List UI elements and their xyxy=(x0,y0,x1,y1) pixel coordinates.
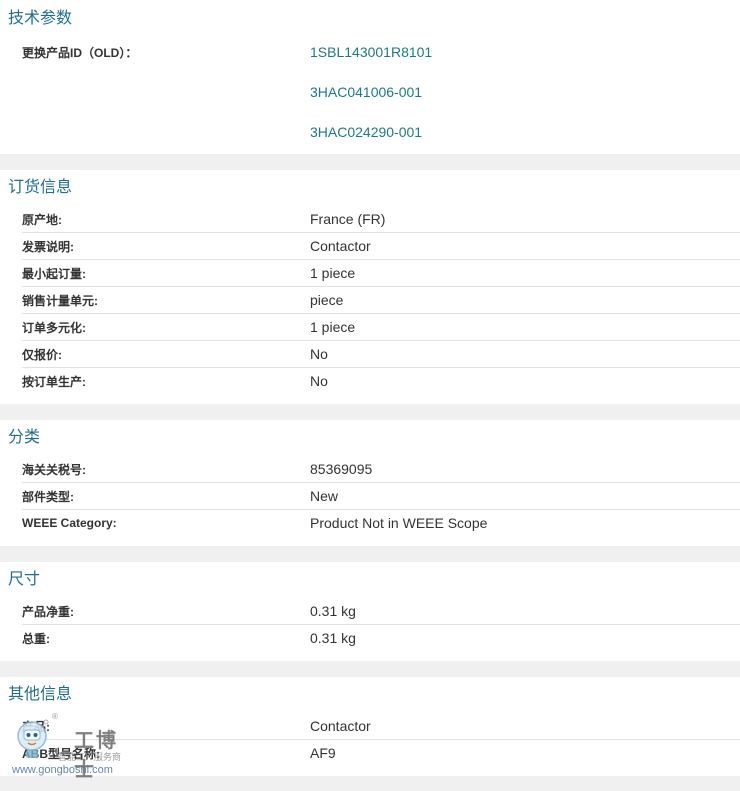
other-row-abb-model: ABB型号名称: AF9 xyxy=(22,740,740,766)
row-value: AF9 xyxy=(310,745,336,761)
row-label: 海关关税号: xyxy=(22,462,86,477)
row-label: ABB型号名称: xyxy=(22,746,100,761)
row-value: 0.31 kg xyxy=(310,603,356,619)
replace-product-label: 更换产品ID（OLD）： xyxy=(22,46,138,60)
order-row-origin: 原产地: France (FR) xyxy=(22,206,740,233)
order-row-quote-only: 仅报价: No xyxy=(22,341,740,368)
order-row-unit: 销售计量单元: piece xyxy=(22,287,740,314)
replace-product-row: 更换产品ID（OLD）： 1SBL143001R8101 3HAC041006-… xyxy=(22,38,740,158)
section-title-tech: 技术参数 xyxy=(8,10,73,27)
row-label: 发票说明: xyxy=(22,239,74,254)
section-order: 订货信息 原产地: France (FR) 发票说明: Contactor 最小… xyxy=(0,170,740,404)
row-label: 产品净重: xyxy=(22,604,74,619)
class-row-weee: WEEE Category: Product Not in WEEE Scope xyxy=(22,510,740,536)
section-title-order: 订货信息 xyxy=(8,179,73,196)
section-gap xyxy=(0,404,740,420)
row-value: Product Not in WEEE Scope xyxy=(310,515,488,531)
row-label: 总重: xyxy=(22,631,50,646)
row-value: Contactor xyxy=(310,238,371,254)
row-value: 85369095 xyxy=(310,461,373,477)
class-row-part-type: 部件类型: New xyxy=(22,483,740,510)
order-row-make-to-order: 按订单生产: No xyxy=(22,368,740,394)
class-row-customs: 海关关税号: 85369095 xyxy=(22,456,740,483)
section-title-other: 其他信息 xyxy=(8,686,73,703)
row-label: WEEE Category: xyxy=(22,516,117,530)
replace-product-link-2[interactable]: 3HAC041006-001 xyxy=(310,78,432,118)
row-label: 按订单生产: xyxy=(22,374,86,389)
row-value: Contactor xyxy=(310,718,371,734)
dim-row-gross-weight: 总重: 0.31 kg xyxy=(22,625,740,651)
replace-product-link-1[interactable]: 1SBL143001R8101 xyxy=(310,38,432,78)
replace-product-links: 1SBL143001R8101 3HAC041006-001 3HAC02429… xyxy=(310,38,432,158)
row-value: 0.31 kg xyxy=(310,630,356,646)
section-gap xyxy=(0,546,740,562)
row-value: piece xyxy=(310,292,344,308)
dim-row-net-weight: 产品净重: 0.31 kg xyxy=(22,598,740,625)
section-title-classification: 分类 xyxy=(8,429,41,446)
section-dimensions: 尺寸 产品净重: 0.31 kg 总重: 0.31 kg xyxy=(0,562,740,661)
order-row-invoice: 发票说明: Contactor xyxy=(22,233,740,260)
order-row-multiple: 订单多元化: 1 piece xyxy=(22,314,740,341)
section-gap xyxy=(0,661,740,677)
section-tech: 技术参数 更换产品ID（OLD）： 1SBL143001R8101 3HAC04… xyxy=(0,0,740,154)
row-label: 订单多元化: xyxy=(22,320,86,335)
row-value: New xyxy=(310,488,339,504)
section-classification: 分类 海关关税号: 85369095 部件类型: New WEEE Catego… xyxy=(0,420,740,546)
row-label: 原产地: xyxy=(22,212,62,227)
row-value: No xyxy=(310,373,328,389)
row-value: No xyxy=(310,346,328,362)
row-value: France (FR) xyxy=(310,211,386,227)
row-value: 1 piece xyxy=(310,265,356,281)
row-label: 产品: xyxy=(22,719,50,734)
row-label: 部件类型: xyxy=(22,489,74,504)
row-value: 1 piece xyxy=(310,319,356,335)
row-label: 销售计量单元: xyxy=(22,293,98,308)
section-other: 其他信息 产品: Contactor ABB型号名称: AF9 xyxy=(0,677,740,776)
replace-product-link-3[interactable]: 3HAC024290-001 xyxy=(310,118,432,158)
other-row-product: 产品: Contactor xyxy=(22,713,740,740)
order-row-min-qty: 最小起订量: 1 piece xyxy=(22,260,740,287)
row-label: 最小起订量: xyxy=(22,266,86,281)
section-title-dimensions: 尺寸 xyxy=(8,571,41,588)
row-label: 仅报价: xyxy=(22,347,62,362)
